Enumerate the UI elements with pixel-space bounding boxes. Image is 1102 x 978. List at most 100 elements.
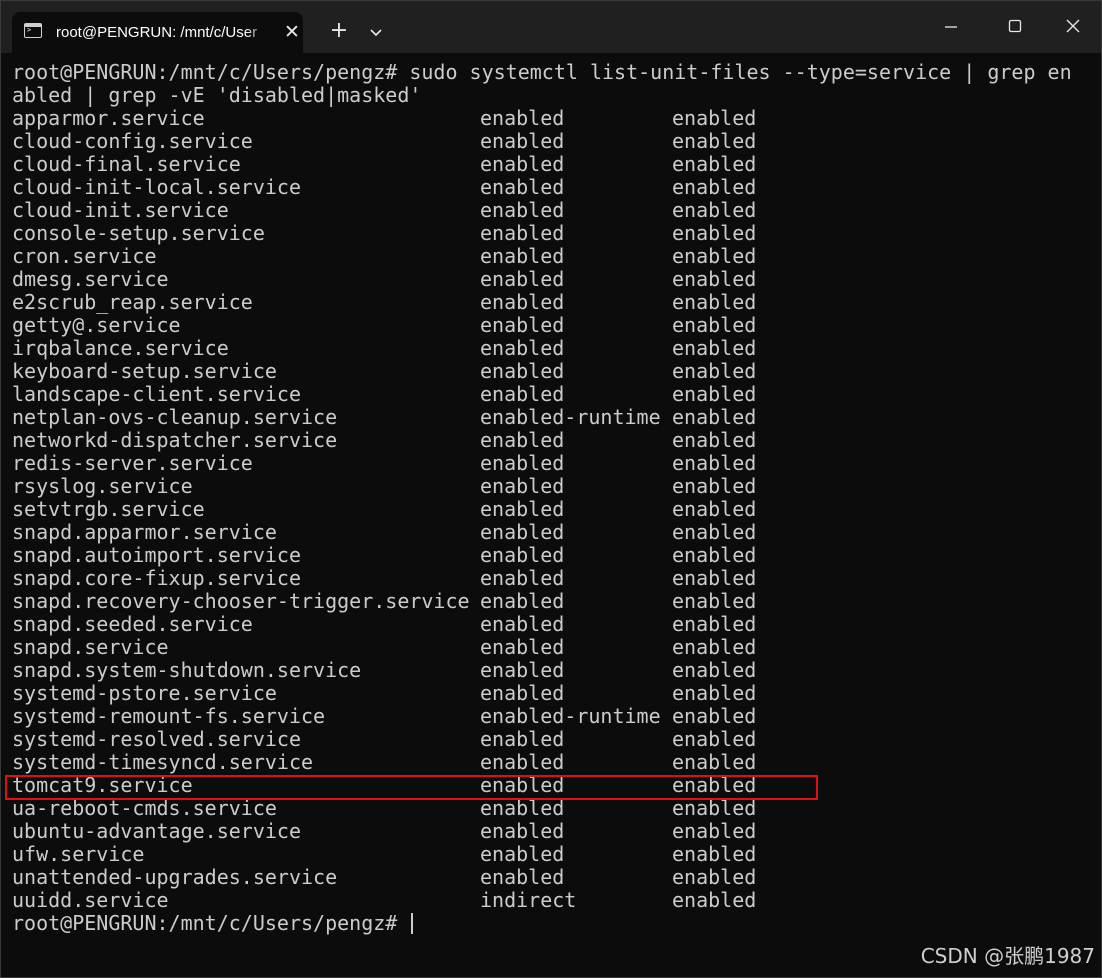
unit-preset: enabled <box>672 727 757 751</box>
unit-name: console-setup.service <box>12 221 265 245</box>
unit-row: cloud-init-local.service enabled enabled <box>12 176 1082 199</box>
unit-preset: enabled <box>672 842 757 866</box>
unit-preset: enabled <box>672 704 757 728</box>
unit-preset: enabled <box>672 819 757 843</box>
unit-row: console-setup.service enabled enabled <box>12 222 1082 245</box>
tab-close-button[interactable]: ✕ <box>282 22 302 42</box>
command-line: root@PENGRUN:/mnt/c/Users/pengz# sudo sy… <box>12 60 1072 84</box>
unit-name: irqbalance.service <box>12 336 229 360</box>
unit-preset: enabled <box>672 658 757 682</box>
unit-name: snapd.system-shutdown.service <box>12 658 362 682</box>
close-window-button[interactable] <box>1044 1 1100 53</box>
unit-state: enabled <box>480 543 565 567</box>
unit-name: cron.service <box>12 244 157 268</box>
unit-preset: enabled <box>672 313 757 337</box>
unit-row: apparmor.service enabled enabled <box>12 107 1082 130</box>
unit-preset: enabled <box>672 750 757 774</box>
unit-name: redis-server.service <box>12 451 253 475</box>
unit-state: enabled <box>480 658 565 682</box>
new-tab-button[interactable]: + <box>327 19 351 43</box>
unit-state: enabled <box>480 382 565 406</box>
title-bar[interactable]: root@PENGRUN: /mnt/c/User ✕ + <box>1 1 1101 53</box>
unit-name: cloud-init.service <box>12 198 229 222</box>
unit-name: networkd-dispatcher.service <box>12 428 338 452</box>
unit-preset: enabled <box>672 359 757 383</box>
unit-row: cloud-final.service enabled enabled <box>12 153 1082 176</box>
unit-state: enabled-runtime <box>480 704 661 728</box>
unit-preset: enabled <box>672 290 757 314</box>
unit-preset: enabled <box>672 106 757 130</box>
unit-row: getty@.service enabled enabled <box>12 314 1082 337</box>
unit-preset: enabled <box>672 635 757 659</box>
unit-state: enabled <box>480 359 565 383</box>
unit-state: enabled <box>480 129 565 153</box>
unit-state: enabled <box>480 819 565 843</box>
unit-name: netplan-ovs-cleanup.service <box>12 405 338 429</box>
unit-state: enabled <box>480 313 565 337</box>
command-line-continued: abled | grep -vE 'disabled|masked' <box>12 83 422 107</box>
unit-row: rsyslog.service enabled enabled <box>12 475 1082 498</box>
unit-preset: enabled <box>672 152 757 176</box>
unit-name: snapd.seeded.service <box>12 612 253 636</box>
prompt-line[interactable]: root@PENGRUN:/mnt/c/Users/pengz# <box>12 912 1082 935</box>
unit-name: uuidd.service <box>12 888 169 912</box>
unit-preset: enabled <box>672 428 757 452</box>
unit-name: systemd-resolved.service <box>12 727 301 751</box>
unit-preset: enabled <box>672 497 757 521</box>
terminal-icon <box>24 23 42 38</box>
unit-row: systemd-resolved.service enabled enabled <box>12 728 1082 751</box>
unit-state: enabled <box>480 566 565 590</box>
minimize-button[interactable] <box>931 1 987 53</box>
unit-row: ubuntu-advantage.service enabled enabled <box>12 820 1082 843</box>
highlight-annotation-box <box>5 775 818 800</box>
unit-name: snapd.recovery-chooser-trigger.service <box>12 589 470 613</box>
unit-preset: enabled <box>672 612 757 636</box>
unit-name: getty@.service <box>12 313 181 337</box>
unit-name: cloud-config.service <box>12 129 253 153</box>
unit-name: rsyslog.service <box>12 474 193 498</box>
unit-row: e2scrub_reap.service enabled enabled <box>12 291 1082 314</box>
unit-row: networkd-dispatcher.service enabled enable… <box>12 429 1082 452</box>
unit-row: ufw.service enabled enabled <box>12 843 1082 866</box>
maximize-button[interactable] <box>987 1 1043 53</box>
unit-row: redis-server.service enabled enabled <box>12 452 1082 475</box>
unit-name: unattended-upgrades.service <box>12 865 338 889</box>
terminal-output[interactable]: root@PENGRUN:/mnt/c/Users/pengz# sudo sy… <box>12 61 1082 935</box>
unit-preset: enabled <box>672 451 757 475</box>
unit-preset: enabled <box>672 474 757 498</box>
unit-name: ufw.service <box>12 842 145 866</box>
unit-preset: enabled <box>672 681 757 705</box>
unit-state: enabled <box>480 152 565 176</box>
unit-preset: enabled <box>672 198 757 222</box>
unit-row: uuidd.service indirect enabled <box>12 889 1082 912</box>
unit-state: enabled <box>480 796 565 820</box>
unit-name: dmesg.service <box>12 267 169 291</box>
unit-preset: enabled <box>672 129 757 153</box>
unit-preset: enabled <box>672 796 757 820</box>
unit-name: snapd.core-fixup.service <box>12 566 301 590</box>
unit-preset: enabled <box>672 382 757 406</box>
unit-name: systemd-timesyncd.service <box>12 750 314 774</box>
unit-row: cloud-init.service enabled enabled <box>12 199 1082 222</box>
chevron-down-icon[interactable] <box>365 21 387 43</box>
unit-name: cloud-final.service <box>12 152 241 176</box>
unit-row: snapd.core-fixup.service enabled enabled <box>12 567 1082 590</box>
unit-row: snapd.service enabled enabled <box>12 636 1082 659</box>
unit-state: enabled <box>480 336 565 360</box>
unit-name: apparmor.service <box>12 106 205 130</box>
unit-state: enabled <box>480 175 565 199</box>
unit-state: enabled <box>480 428 565 452</box>
unit-name: landscape-client.service <box>12 382 301 406</box>
unit-state: enabled <box>480 497 565 521</box>
unit-preset: enabled <box>672 543 757 567</box>
unit-name: systemd-remount-fs.service <box>12 704 326 728</box>
unit-preset: enabled <box>672 221 757 245</box>
unit-row: snapd.seeded.service enabled enabled <box>12 613 1082 636</box>
unit-row: ua-reboot-cmds.service enabled enabled <box>12 797 1082 820</box>
unit-name: snapd.service <box>12 635 169 659</box>
terminal-tab[interactable]: root@PENGRUN: /mnt/c/User ✕ <box>12 12 303 53</box>
unit-name: snapd.autoimport.service <box>12 543 301 567</box>
unit-row: keyboard-setup.service enabled enabled <box>12 360 1082 383</box>
unit-state: enabled <box>480 267 565 291</box>
unit-state: enabled <box>480 842 565 866</box>
